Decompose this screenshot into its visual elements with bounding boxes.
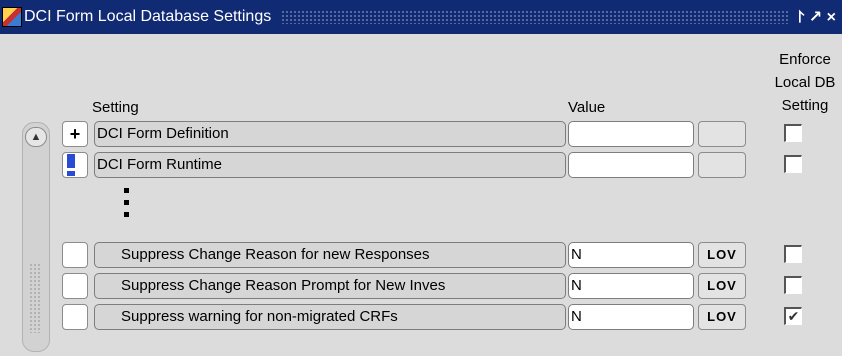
lov-button[interactable]: LOV	[698, 242, 746, 268]
enforce-checkbox[interactable]	[784, 124, 802, 142]
vertical-ellipsis-icon	[124, 188, 130, 224]
app-window-icon	[2, 7, 22, 27]
setting-row: Suppress warning for non-migrated CRFs N…	[0, 304, 842, 330]
enforce-column-header: Enforce Local DB Setting	[774, 51, 836, 114]
enforce-checkbox[interactable]	[784, 245, 802, 263]
setting-column-header: Setting	[92, 99, 139, 116]
value-field[interactable]	[568, 152, 694, 178]
value-column-header: Value	[568, 99, 606, 116]
title-bar-grip	[281, 10, 788, 24]
setting-field[interactable]: DCI Form Definition	[94, 121, 566, 147]
expand-toggle-button[interactable]: +	[62, 121, 88, 147]
window-title: DCI Form Local Database Settings	[24, 8, 272, 25]
collapse-icon	[67, 154, 75, 176]
value-field[interactable]: N	[568, 242, 694, 268]
tree-row-dci-form-definition: + DCI Form Definition	[0, 121, 842, 147]
setting-field[interactable]: Suppress Change Reason Prompt for New In…	[94, 273, 566, 299]
enforce-checkbox[interactable]	[784, 276, 802, 294]
tree-row-dci-form-runtime: DCI Form Runtime	[0, 152, 842, 178]
title-bar: DCI Form Local Database Settings ⨡ ↗ ×	[0, 0, 842, 34]
setting-field[interactable]: Suppress Change Reason for new Responses	[94, 242, 566, 268]
lov-button[interactable]: LOV	[698, 273, 746, 299]
enforce-checkbox-checked[interactable]: ✔	[784, 307, 802, 325]
lov-button-disabled	[698, 121, 746, 147]
value-field[interactable]	[568, 121, 694, 147]
enforce-checkbox[interactable]	[784, 155, 802, 173]
window-controls[interactable]: ⨡ ↗ ×	[798, 7, 836, 27]
lov-button[interactable]: LOV	[698, 304, 746, 330]
value-field[interactable]: N	[568, 304, 694, 330]
setting-row: Suppress Change Reason Prompt for New In…	[0, 273, 842, 299]
setting-field[interactable]: DCI Form Runtime	[94, 152, 566, 178]
lov-button-disabled	[698, 152, 746, 178]
setting-field[interactable]: Suppress warning for non-migrated CRFs	[94, 304, 566, 330]
row-selector-button[interactable]	[62, 273, 88, 299]
setting-row: Suppress Change Reason for new Responses…	[0, 242, 842, 268]
collapse-toggle-button[interactable]	[62, 152, 88, 178]
row-selector-button[interactable]	[62, 242, 88, 268]
value-field[interactable]: N	[568, 273, 694, 299]
row-selector-button[interactable]	[62, 304, 88, 330]
